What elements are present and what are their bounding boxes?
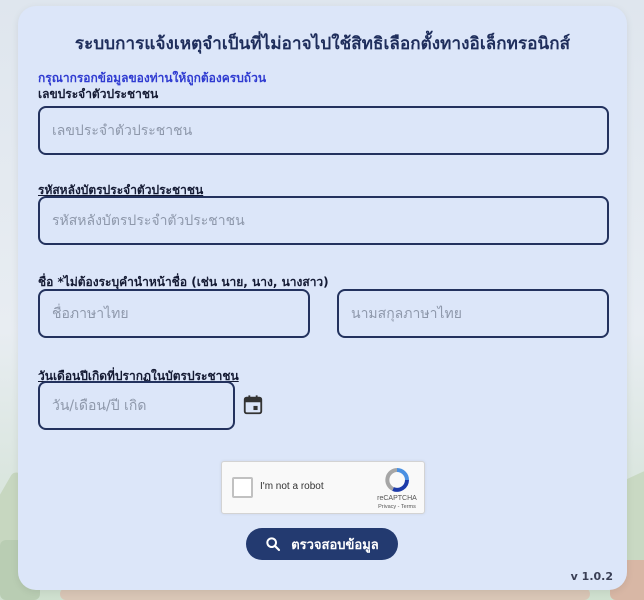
dob-input[interactable] [38, 381, 235, 430]
recaptcha-label: I'm not a robot [260, 481, 324, 492]
recaptcha-brand: reCAPTCHA [377, 495, 417, 502]
verify-button[interactable]: ตรวจสอบข้อมูล [246, 528, 398, 560]
id-number-input[interactable] [38, 106, 609, 155]
recaptcha-widget: I'm not a robot reCAPTCHA Privacy - Term… [221, 461, 425, 514]
laser-code-input[interactable] [38, 196, 609, 245]
calendar-icon[interactable] [242, 394, 264, 416]
search-icon [266, 537, 281, 552]
recaptcha-logo-icon [385, 468, 409, 492]
recaptcha-links[interactable]: Privacy - Terms [370, 504, 424, 510]
lastname-input[interactable] [337, 289, 609, 338]
firstname-input[interactable] [38, 289, 310, 338]
form-card: ระบบการแจ้งเหตุจำเป็นที่ไม่อาจไปใช้สิทธิ… [18, 6, 627, 590]
recaptcha-checkbox[interactable] [232, 477, 253, 498]
page-title: ระบบการแจ้งเหตุจำเป็นที่ไม่อาจไปใช้สิทธิ… [74, 34, 571, 54]
version-text: v 1.0.2 [570, 570, 613, 583]
id-label: เลขประจำตัวประชาชน [38, 87, 159, 101]
verify-button-label: ตรวจสอบข้อมูล [291, 537, 379, 553]
